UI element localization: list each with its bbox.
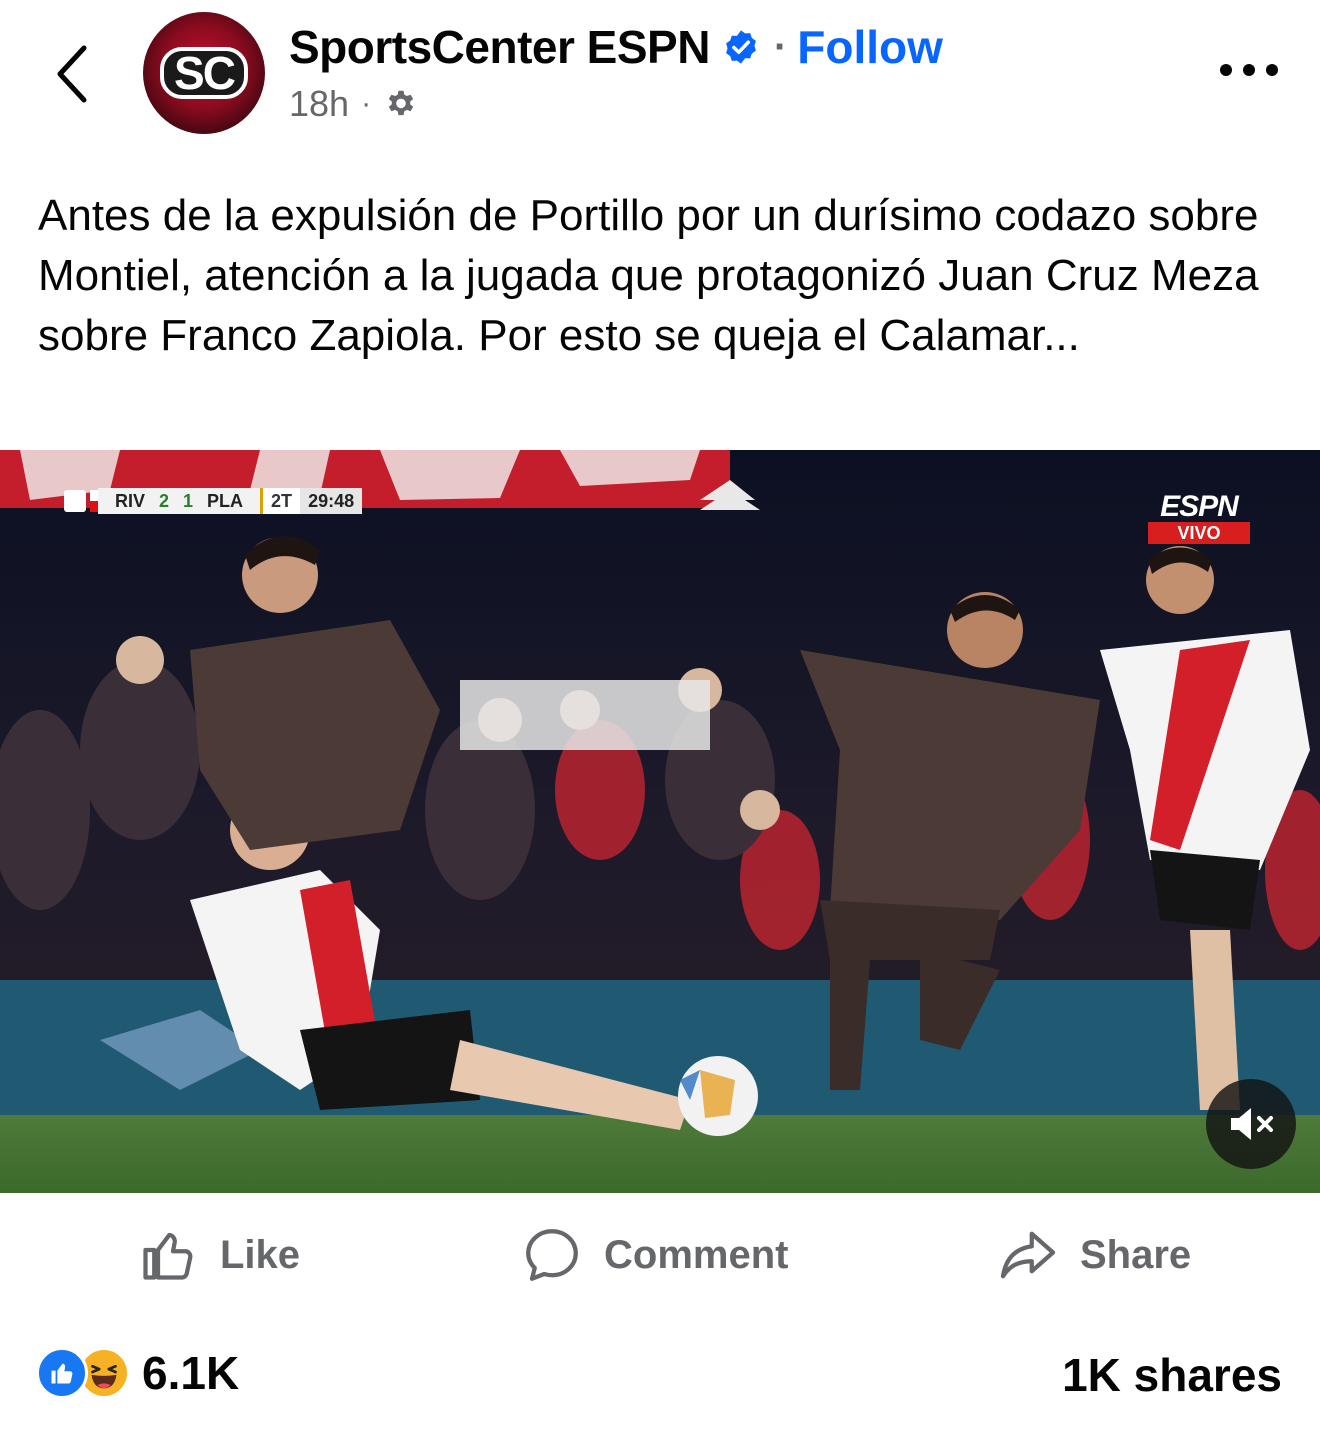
home-team: RIV: [115, 490, 146, 511]
share-count[interactable]: 1K shares: [1062, 1348, 1282, 1402]
more-options-button[interactable]: [1216, 48, 1282, 92]
gear-icon[interactable]: [383, 86, 419, 122]
league-logo-icon: [64, 490, 86, 512]
espn-logo: ESPN: [1160, 490, 1239, 523]
meta-separator: ·: [361, 87, 372, 120]
post-header: SC SportsCenter ESPN · Follow 18h ·: [0, 0, 1320, 150]
thumbs-up-icon: [143, 1232, 193, 1280]
like-label: Like: [220, 1232, 301, 1277]
away-score: 1: [183, 490, 194, 511]
broadcaster-badge: ESPN VIVO: [1148, 490, 1250, 544]
separator-dot: ·: [773, 24, 788, 69]
verified-badge-icon: [722, 28, 760, 66]
more-dots-icon: [1243, 64, 1255, 76]
share-button[interactable]: Share: [998, 1212, 1191, 1298]
page-name[interactable]: SportsCenter ESPN: [289, 20, 710, 74]
scorebug-score: RIV 2 1 PLA: [98, 488, 261, 514]
video-player[interactable]: RIV 2 1 PLA 2T 29:48 ESPN VIVO: [0, 450, 1320, 1193]
post-meta: 18h ·: [289, 82, 419, 126]
scorebug: RIV 2 1 PLA 2T 29:48: [64, 488, 363, 514]
reactions-summary[interactable]: 6.1K: [36, 1346, 239, 1400]
comment-bubble-icon: [526, 1229, 578, 1281]
follow-button[interactable]: Follow: [797, 20, 943, 74]
share-label: Share: [1080, 1232, 1192, 1277]
post-text: Antes de la expulsión de Portillo por un…: [38, 191, 1259, 360]
mute-button[interactable]: [1206, 1079, 1296, 1169]
more-dots-icon: [1266, 64, 1278, 76]
speaker-muted-icon: [1231, 1108, 1273, 1140]
share-arrow-icon: [1000, 1231, 1056, 1279]
away-team: PLA: [207, 490, 244, 511]
like-reaction-icon: [36, 1347, 88, 1399]
comment-label: Comment: [604, 1232, 789, 1277]
like-button[interactable]: Like: [138, 1212, 300, 1298]
back-button[interactable]: [44, 38, 100, 110]
match-period: 2T: [260, 488, 301, 514]
reaction-count: 6.1K: [142, 1347, 240, 1399]
home-score: 2: [159, 490, 170, 511]
match-clock: 29:48: [300, 488, 363, 514]
video-frame: [0, 450, 1320, 1193]
post-time[interactable]: 18h: [289, 83, 349, 125]
post-footer: 6.1K 1K shares: [0, 1340, 1320, 1410]
name-row: SportsCenter ESPN · Follow: [289, 18, 943, 76]
live-label: VIVO: [1148, 522, 1250, 544]
chevron-left-icon: [57, 45, 87, 103]
more-dots-icon: [1220, 64, 1232, 76]
action-bar: Like Comment Share: [0, 1212, 1320, 1298]
avatar[interactable]: SC: [143, 12, 265, 134]
home-team-flag-icon: [90, 490, 98, 512]
comment-button[interactable]: Comment: [522, 1212, 788, 1298]
avatar-logo-text: SC: [160, 47, 248, 99]
